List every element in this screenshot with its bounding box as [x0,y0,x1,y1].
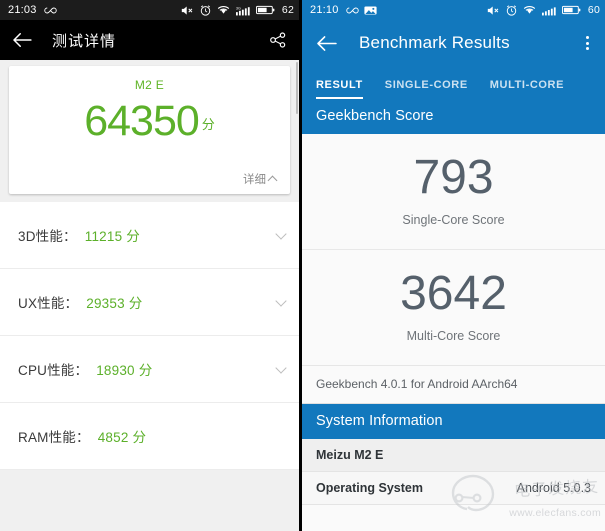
metrics-list: 3D性能： 11215 分 UX性能： 29353 分 CPU性能： 18930… [0,202,299,470]
watermark-url: www.elecfans.com [509,507,601,519]
share-icon[interactable] [269,31,287,49]
metric-row-3d[interactable]: 3D性能： 11215 分 [0,202,299,269]
multi-core-score-block: 3642 Multi-Core Score [302,250,605,365]
system-information-header: System Information [302,404,605,439]
cellular-signal-icon: 3G [235,5,250,16]
single-core-score-label: Single-Core Score [402,213,505,227]
metric-label: CPU性能： [18,363,89,378]
system-info-key: Meizu M2 E [316,448,384,462]
total-score-number: 64350 [84,97,200,145]
metric-value: 18930 分 [96,363,153,378]
metric-row-ux[interactable]: UX性能： 29353 分 [0,269,299,336]
geekbench-screenshot-panel: 21:10 60 Benchmark Results RESULT SINGLE… [302,0,605,531]
chevron-down-icon[interactable] [276,230,286,240]
metric-row-cpu[interactable]: CPU性能： 18930 分 [0,336,299,403]
status-right-icons: 60 [487,4,600,16]
battery-icon [255,5,275,15]
volume-mute-icon [181,5,194,16]
system-info-value: Android 5.0.3 [516,481,591,495]
metric-label: UX性能： [18,296,79,311]
status-time: 21:10 [310,4,339,16]
back-arrow-icon[interactable] [12,32,32,48]
page-title: Benchmark Results [359,33,510,52]
detail-label: 详细 [243,174,266,186]
total-score: 64350 分 [9,100,290,143]
total-score-card[interactable]: M2 E 64350 分 详细 [9,66,290,194]
chevron-down-icon[interactable] [276,297,286,307]
detail-toggle[interactable]: 详细 [243,171,278,187]
multi-core-score-value: 3642 [400,267,507,320]
metric-value: 11215 分 [84,229,140,244]
tab-single-core[interactable]: SINGLE-CORE [385,79,479,99]
antutu-app-bar: 测试详情 [0,20,299,60]
system-info-row-os: Operating System Android 5.0.3 [302,472,605,505]
infinity-icon [43,6,57,15]
metric-value: 29353 分 [86,296,143,311]
status-bar-right: 21:10 60 [302,0,605,20]
status-time: 21:03 [8,4,37,16]
tab-multi-core[interactable]: MULTI-CORE [490,79,575,99]
page-title: 测试详情 [52,32,117,50]
single-core-score-block: 793 Single-Core Score [302,134,605,250]
single-core-score-value: 793 [413,151,494,204]
svg-text:3G: 3G [236,6,241,10]
battery-percent: 60 [587,4,600,16]
metric-value: 4852 分 [97,430,147,445]
cellular-signal-icon [541,5,556,16]
infinity-icon [345,6,359,15]
status-bar-left: 21:03 3G 62 [0,0,299,20]
status-right-icons: 3G 62 [181,4,294,16]
geekbench-score-header: Geekbench Score [302,99,605,134]
wifi-icon [217,5,230,15]
system-info-key: Operating System [316,481,423,495]
geekbench-version: Geekbench 4.0.1 for Android AArch64 [302,365,605,404]
back-arrow-icon[interactable] [316,35,337,52]
antutu-screenshot-panel: 21:03 3G 62 测试详情 M2 E 64350 分 详细 3D性能： 1… [0,0,299,531]
total-score-unit: 分 [201,117,215,132]
dual-screenshot-composite: 21:03 3G 62 测试详情 M2 E 64350 分 详细 3D性能： 1… [0,0,605,531]
status-left-icons [43,6,57,15]
system-info-row-device: Meizu M2 E [302,439,605,472]
metric-row-ram[interactable]: RAM性能： 4852 分 [0,403,299,470]
metric-label: RAM性能： [18,430,90,445]
battery-percent: 62 [281,4,294,16]
status-left-icons [345,5,377,16]
chevron-down-icon[interactable] [276,364,286,374]
volume-mute-icon [487,5,500,16]
chevron-up-icon [268,174,278,184]
battery-icon [561,5,581,15]
screenshot-icon [363,5,377,16]
metric-label: 3D性能： [18,229,77,244]
alarm-clock-icon [506,4,517,16]
wifi-icon [523,5,536,15]
more-vertical-icon[interactable] [580,32,595,54]
alarm-clock-icon [200,4,211,16]
tab-result[interactable]: RESULT [316,79,374,99]
scrollbar-thumb[interactable] [296,62,298,114]
multi-core-score-label: Multi-Core Score [406,329,501,343]
tab-bar: RESULT SINGLE-CORE MULTI-CORE [302,66,605,99]
geekbench-app-bar: Benchmark Results [302,20,605,66]
device-name: M2 E [134,78,165,92]
